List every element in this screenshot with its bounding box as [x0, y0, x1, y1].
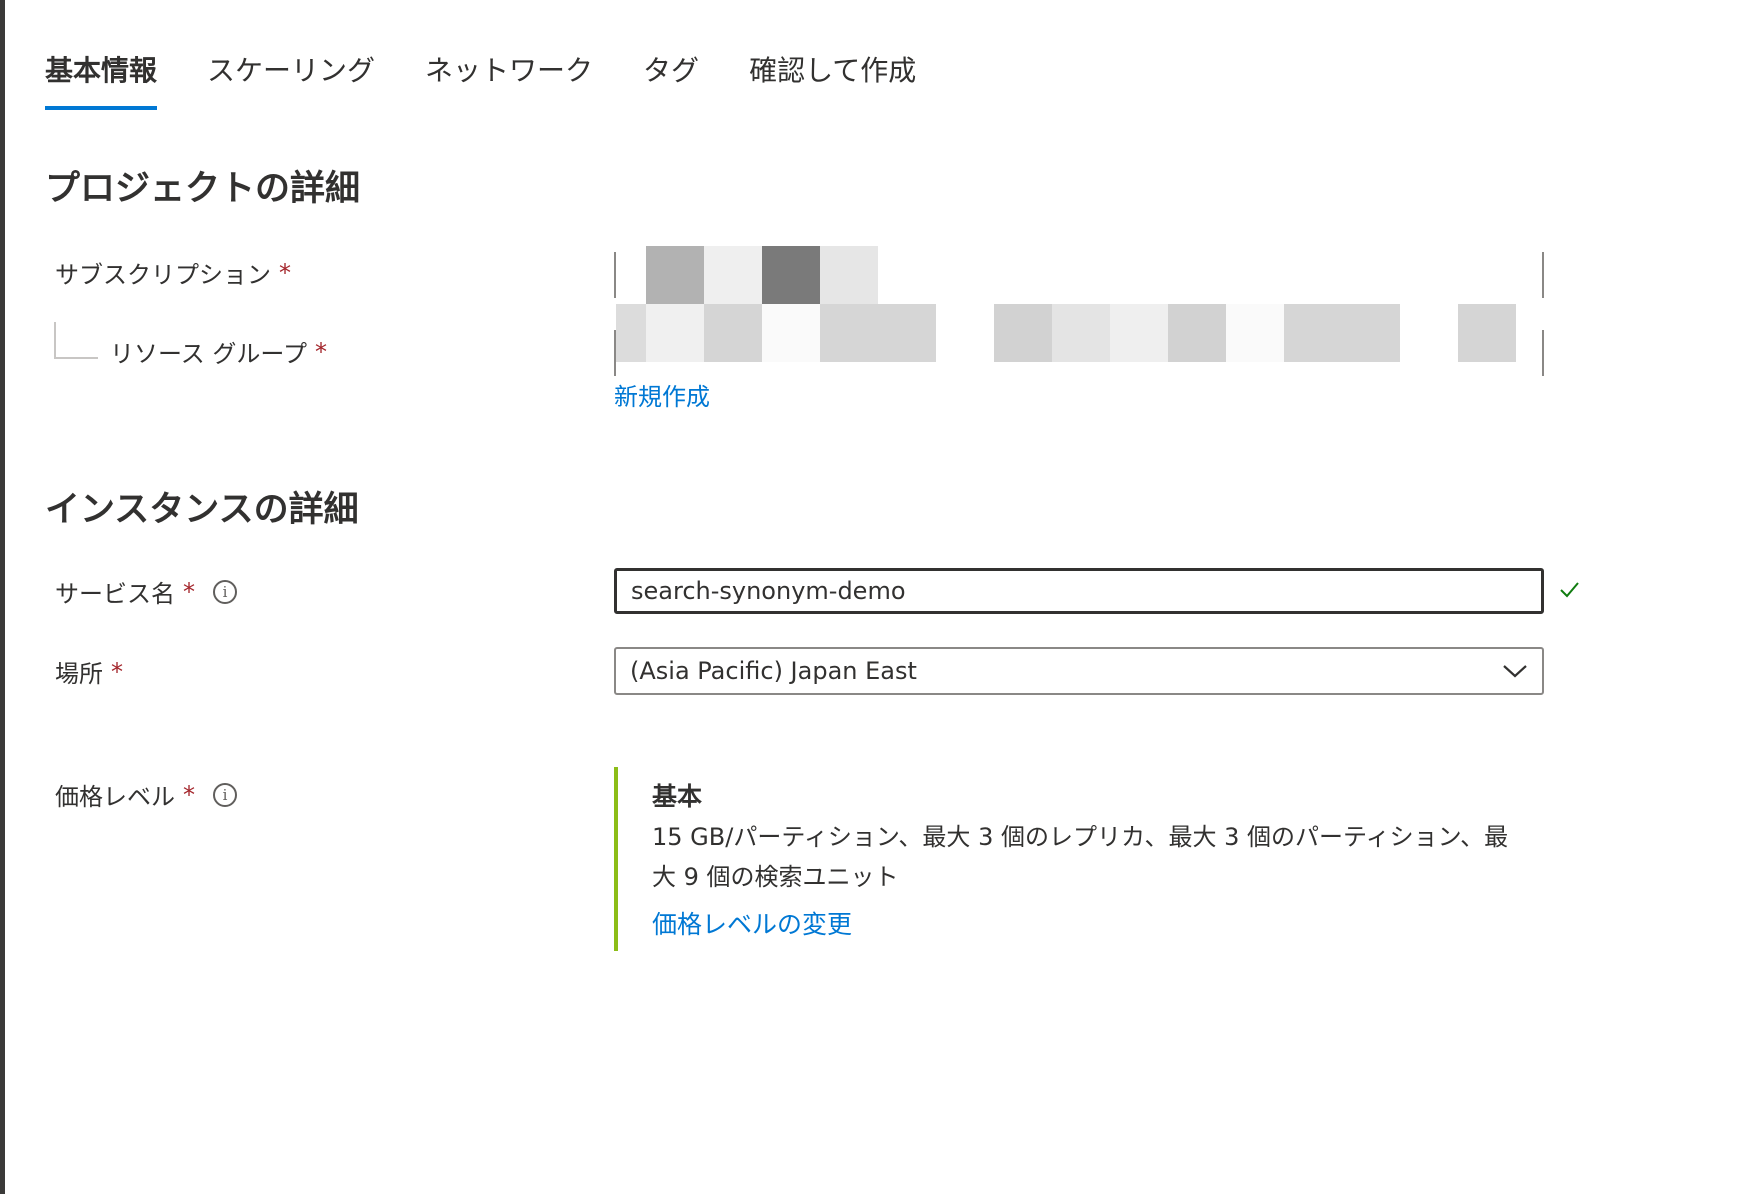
select-border-left — [614, 252, 616, 298]
pricing-tier-label-text: 価格レベル — [55, 783, 175, 811]
info-icon[interactable]: i — [213, 579, 237, 604]
tree-connector-line — [54, 322, 98, 359]
redaction-pixel — [616, 304, 646, 362]
location-dropdown[interactable]: (Asia Pacific) Japan East — [614, 647, 1544, 695]
pricing-tier-label: 価格レベル * i — [55, 777, 237, 812]
subscription-label-text: サブスクリプション — [55, 261, 271, 289]
window-left-edge — [0, 0, 5, 1194]
subscription-label: サブスクリプション * — [55, 255, 291, 290]
redaction-pixel — [994, 304, 1052, 362]
pricing-tier-name: 基本 — [652, 782, 703, 811]
redaction-pixel — [704, 304, 762, 362]
required-asterisk: * — [183, 577, 195, 606]
required-asterisk: * — [315, 337, 327, 366]
location-label-text: 場所 — [55, 660, 103, 688]
service-name-label-text: サービス名 — [55, 580, 175, 608]
resource-group-label-text: リソース グループ — [110, 340, 307, 368]
info-icon[interactable]: i — [213, 782, 237, 807]
location-selected-value: (Asia Pacific) Japan East — [630, 657, 917, 685]
redaction-pixel — [1458, 304, 1516, 362]
resource-group-label: リソース グループ * — [110, 334, 327, 369]
redaction-pixel — [1168, 304, 1226, 362]
instance-details-heading: インスタンスの詳細 — [45, 490, 359, 530]
location-label: 場所 * — [55, 654, 123, 689]
redaction-pixel — [762, 246, 820, 304]
redaction-pixel — [1052, 304, 1110, 362]
required-asterisk: * — [111, 657, 123, 686]
pricing-tier-panel: 基本 15 GB/パーティション、最大 3 個のレプリカ、最大 3 個のパーティ… — [614, 767, 1548, 951]
tab-basics[interactable]: 基本情報 — [45, 48, 158, 110]
project-details-heading: プロジェクトの詳細 — [45, 169, 361, 209]
chevron-down-icon — [1503, 665, 1527, 678]
pricing-tier-description: 15 GB/パーティション、最大 3 個のレプリカ、最大 3 個のパーティション… — [652, 823, 1509, 891]
redaction-pixel — [1284, 304, 1400, 362]
redaction-pixel — [1110, 304, 1168, 362]
tab-scaling[interactable]: スケーリング — [207, 48, 375, 110]
create-new-resource-group-link[interactable]: 新規作成 — [614, 377, 710, 412]
required-asterisk: * — [183, 780, 195, 809]
redaction-pixel — [646, 304, 704, 362]
resource-group-select-redacted[interactable] — [614, 304, 1544, 376]
tab-tags[interactable]: タグ — [643, 48, 699, 110]
change-pricing-tier-link[interactable]: 価格レベルの変更 — [652, 905, 852, 941]
redaction-pixel — [820, 304, 936, 362]
required-asterisk: * — [279, 258, 291, 287]
select-border-right — [1542, 252, 1544, 298]
tab-bar: 基本情報 スケーリング ネットワーク タグ 確認して作成 — [45, 48, 966, 110]
redaction-pixel — [646, 246, 704, 304]
redaction-pixel — [820, 246, 878, 304]
select-border-right — [1542, 330, 1544, 376]
redaction-pixel — [762, 304, 820, 362]
redaction-pixel — [1226, 304, 1284, 362]
subscription-select-redacted[interactable] — [614, 246, 1544, 304]
service-name-label: サービス名 * i — [55, 574, 237, 609]
tab-networking[interactable]: ネットワーク — [425, 48, 593, 110]
service-name-input[interactable] — [614, 568, 1544, 614]
check-icon — [1560, 582, 1579, 598]
redaction-pixel — [704, 246, 762, 304]
tab-review-create[interactable]: 確認して作成 — [749, 48, 916, 110]
